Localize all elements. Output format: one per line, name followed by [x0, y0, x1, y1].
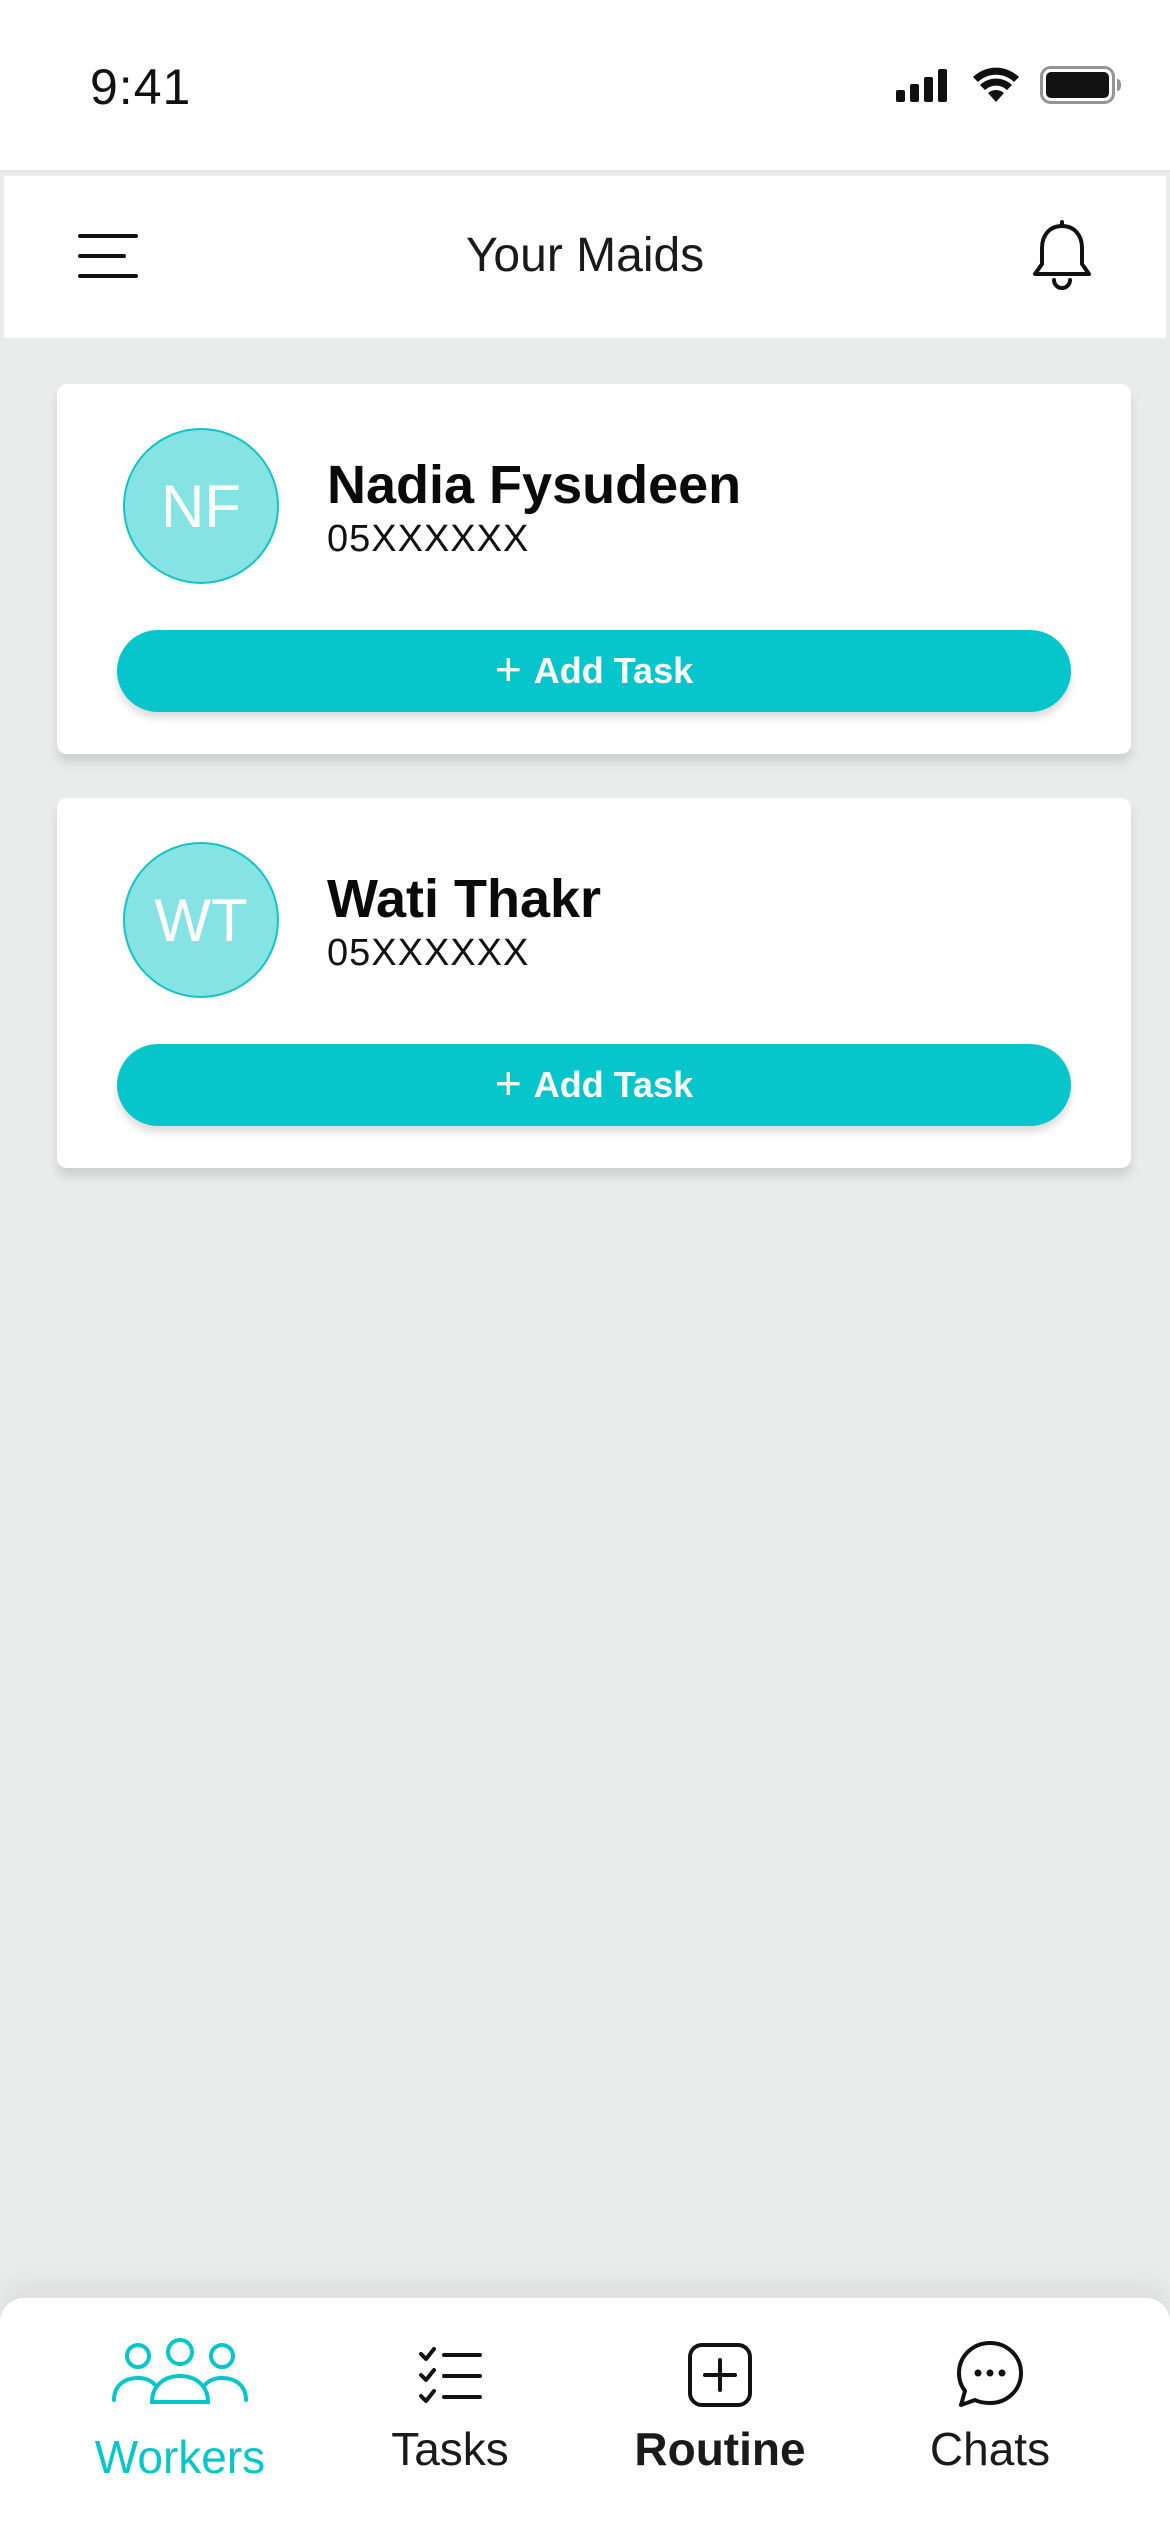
add-task-label: Add Task [533, 1064, 694, 1105]
wifi-icon [973, 67, 1019, 102]
nav-label-tasks: Tasks [391, 2423, 509, 2475]
nav-item-tasks[interactable]: Tasks [320, 2338, 580, 2508]
chats-icon [957, 2341, 1023, 2407]
plus-icon: + [494, 643, 522, 695]
status-bar: 9:41 [0, 0, 1170, 172]
workers-icon [112, 2338, 248, 2404]
maid-name: Wati Thakr [327, 869, 602, 929]
plus-icon: + [494, 1057, 522, 1109]
nav-item-routine[interactable]: Routine [590, 2338, 850, 2508]
maid-name: Nadia Fysudeen [327, 455, 742, 515]
avatar: WT [123, 842, 279, 998]
add-task-button[interactable]: + Add Task [117, 630, 1071, 712]
nav-label-chats: Chats [929, 2423, 1051, 2475]
app-header: Your Maids [4, 176, 1166, 338]
tasks-icon [419, 2347, 482, 2403]
add-task-button[interactable]: + Add Task [117, 1044, 1071, 1126]
add-task-label: Add Task [533, 650, 694, 691]
maid-card: NF Nadia Fysudeen 05XXXXXX + Add Task [57, 384, 1131, 754]
status-icons [894, 66, 1122, 104]
cellular-signal-icon [896, 69, 947, 102]
maid-phone: 05XXXXXX [327, 518, 530, 560]
maid-card: WT Wati Thakr 05XXXXXX + Add Task [57, 798, 1131, 1168]
nav-label-routine: Routine [634, 2423, 806, 2475]
bottom-nav: Workers Tasks Routine Chats [0, 2298, 1170, 2532]
status-time: 9:41 [90, 59, 192, 115]
notification-bell-icon[interactable] [1030, 220, 1094, 292]
nav-item-chats[interactable]: Chats [860, 2338, 1120, 2508]
routine-icon [688, 2343, 752, 2407]
battery-icon [1040, 66, 1121, 104]
maid-phone: 05XXXXXX [327, 932, 530, 974]
nav-label-workers: Workers [94, 2431, 266, 2483]
avatar: NF [123, 428, 279, 584]
nav-item-workers[interactable]: Workers [50, 2338, 310, 2508]
page-title: Your Maids [465, 229, 705, 282]
